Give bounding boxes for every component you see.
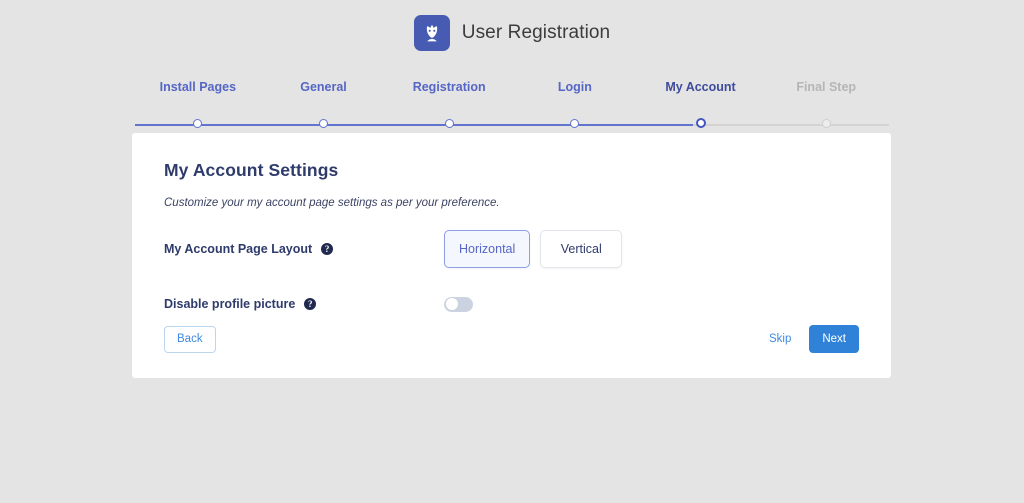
- setup-wizard-stepper: Install Pages General Registration Login…: [0, 80, 1024, 132]
- step-label-my-account[interactable]: My Account: [638, 80, 764, 94]
- setting-label-disable-profile-picture: Disable profile picture ?: [164, 297, 444, 311]
- app-title: User Registration: [461, 22, 611, 43]
- step-dot-my-account[interactable]: [695, 118, 706, 128]
- settings-card: My Account Settings Customize your my ac…: [132, 133, 891, 378]
- step-dot-cell: [763, 118, 889, 128]
- stepper-labels: Install Pages General Registration Login…: [135, 80, 889, 94]
- step-label-install-pages[interactable]: Install Pages: [135, 80, 261, 94]
- step-dot-cell: [261, 118, 387, 128]
- setting-row-disable-profile-picture: Disable profile picture ?: [164, 282, 859, 326]
- step-dot-cell: [512, 118, 638, 128]
- step-label-registration[interactable]: Registration: [386, 80, 512, 94]
- step-label-final-step: Final Step: [796, 80, 857, 94]
- step-dot-login[interactable]: [570, 119, 580, 128]
- step-label-login[interactable]: Login: [512, 80, 638, 94]
- settings-list: My Account Page Layout ? Horizontal Vert…: [164, 227, 859, 326]
- setting-label-text: My Account Page Layout: [164, 242, 313, 256]
- footer-actions: Skip Next: [769, 325, 859, 353]
- setting-label-page-layout: My Account Page Layout ?: [164, 242, 444, 256]
- page-layout-choice-group: Horizontal Vertical: [444, 230, 623, 268]
- back-button[interactable]: Back: [164, 325, 216, 353]
- step-dot-cell: [135, 118, 261, 128]
- stepper-track: [135, 118, 889, 132]
- help-circle-icon[interactable]: ?: [321, 243, 334, 255]
- skip-button[interactable]: Skip: [769, 333, 791, 345]
- setting-label-text: Disable profile picture: [164, 297, 296, 311]
- step-dot-registration[interactable]: [444, 119, 454, 128]
- page-subtitle: Customize your my account page settings …: [164, 197, 500, 209]
- page-title: My Account Settings: [164, 160, 339, 180]
- help-circle-icon[interactable]: ?: [304, 298, 317, 310]
- step-dot-install-pages[interactable]: [193, 119, 203, 128]
- toggle-knob: [445, 298, 458, 310]
- step-dot-general[interactable]: [319, 119, 328, 128]
- card-footer: Back Skip Next: [164, 325, 859, 353]
- stepper-dots: [135, 118, 889, 128]
- page-layout-option-horizontal[interactable]: Horizontal: [444, 230, 531, 268]
- step-dot-cell: [638, 118, 764, 128]
- disable-profile-picture-toggle[interactable]: [444, 296, 473, 312]
- next-button[interactable]: Next: [809, 325, 859, 353]
- step-label-general[interactable]: General: [261, 80, 387, 94]
- setting-row-page-layout: My Account Page Layout ? Horizontal Vert…: [164, 227, 859, 271]
- step-dot-cell: [386, 118, 512, 128]
- user-registration-logo-icon: [413, 15, 450, 51]
- page-layout-option-vertical[interactable]: Vertical: [540, 230, 623, 268]
- step-dot-final-step: [821, 119, 831, 128]
- app-header: User Registration: [0, 0, 1024, 66]
